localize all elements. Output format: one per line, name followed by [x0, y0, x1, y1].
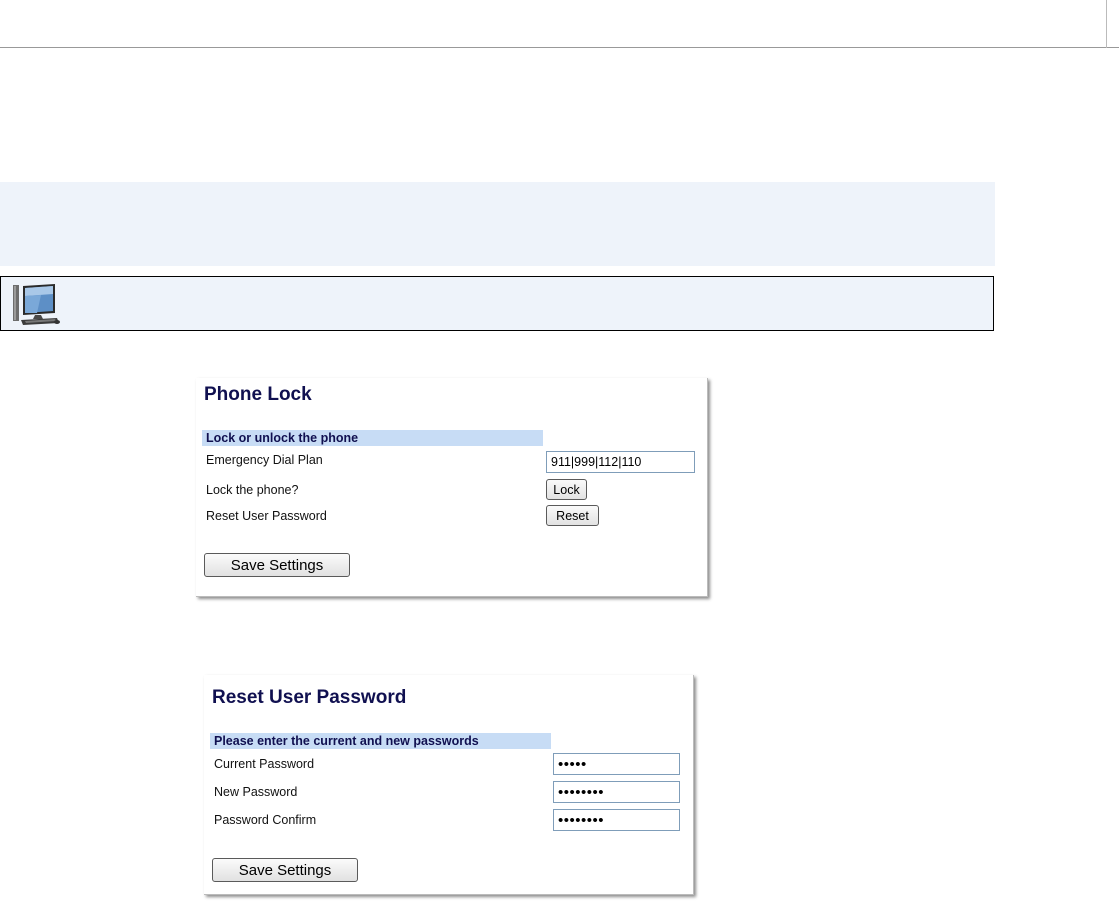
reset-password-section-header: Please enter the current and new passwor…: [210, 733, 551, 749]
reset-user-password-label: Reset User Password: [206, 509, 327, 523]
emergency-dial-plan-label: Emergency Dial Plan: [206, 453, 323, 467]
emergency-dial-plan-input[interactable]: [546, 451, 695, 473]
new-password-label: New Password: [214, 785, 298, 799]
password-confirm-input[interactable]: [553, 809, 680, 831]
password-confirm-label: Password Confirm: [214, 813, 317, 827]
phone-lock-title: Phone Lock: [204, 384, 312, 405]
web-ui-tip-box: [0, 276, 994, 331]
page-edge-marker: [1106, 0, 1107, 48]
phone-lock-panel: Phone Lock Lock or unlock the phone Emer…: [196, 378, 708, 597]
new-password-input[interactable]: [553, 781, 680, 803]
current-password-label: Current Password: [214, 757, 315, 771]
reset-password-save-settings-button[interactable]: Save Settings: [212, 858, 358, 882]
current-password-input[interactable]: [553, 753, 680, 775]
web-ui-computer-icon: [13, 284, 60, 325]
reset-password-title: Reset User Password: [212, 687, 407, 708]
lock-button[interactable]: Lock: [546, 479, 587, 500]
lock-phone-label: Lock the phone?: [206, 483, 299, 497]
top-divider: [0, 47, 1119, 48]
note-band: [0, 182, 995, 266]
phone-lock-save-settings-button[interactable]: Save Settings: [204, 553, 350, 577]
reset-password-panel: Reset User Password Please enter the cur…: [204, 675, 694, 895]
phone-lock-section-header: Lock or unlock the phone: [202, 430, 543, 446]
reset-button[interactable]: Reset: [546, 505, 599, 526]
